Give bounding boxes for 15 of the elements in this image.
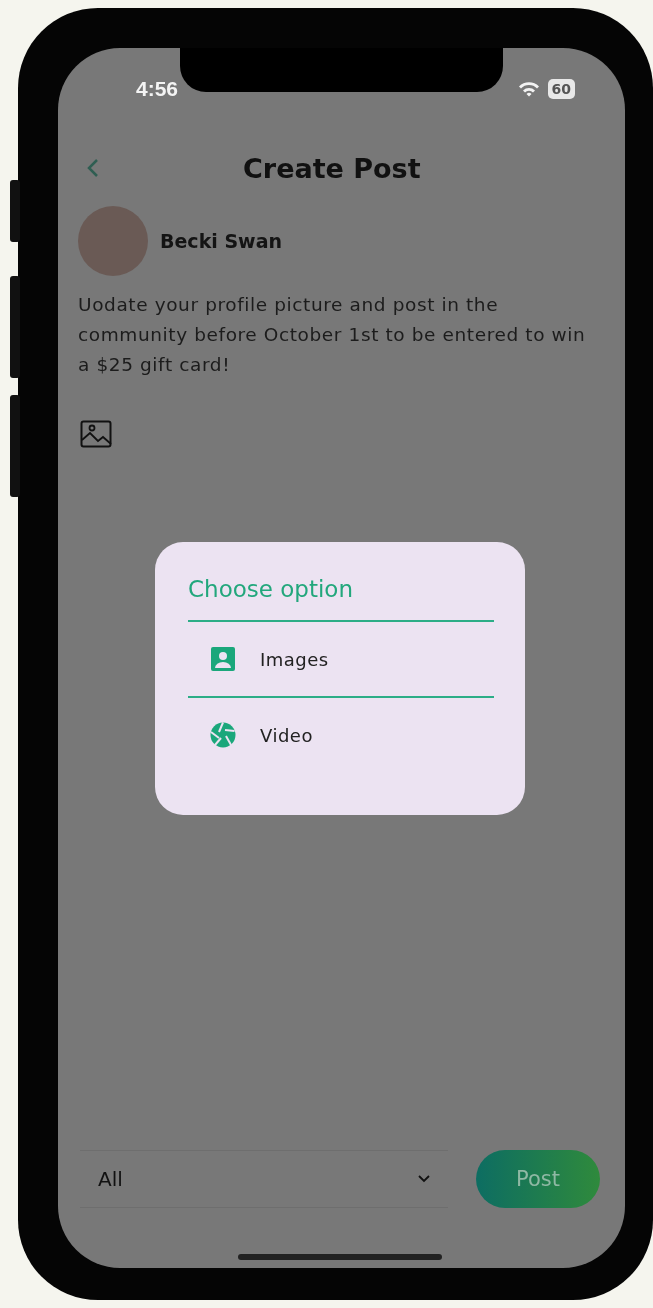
author-name: Becki Swan [160, 230, 282, 252]
battery-level: 60 [547, 79, 575, 99]
audience-dropdown[interactable]: All [80, 1150, 448, 1208]
wifi-icon [517, 81, 540, 97]
image-icon[interactable] [80, 420, 112, 448]
dropdown-value: All [98, 1167, 123, 1191]
post-text: Uodate your profile picture and post in the community before October 1st to be entered to win a $25 gift card! [78, 293, 587, 377]
camera-shutter-icon [210, 722, 236, 748]
person-card-icon [210, 647, 236, 671]
status-time: 4:56 [136, 77, 179, 101]
dialog-option[interactable]: Images [188, 622, 494, 698]
chevron-down-icon [418, 1175, 430, 1183]
dialog-title: Choose option [188, 576, 494, 622]
dialog-option[interactable]: Video [188, 698, 494, 772]
page-title: Create Post [243, 152, 421, 184]
